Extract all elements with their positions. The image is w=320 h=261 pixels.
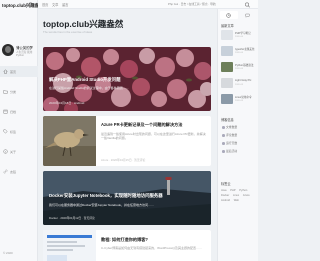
post-card[interactable]: Azure PR卡更新记录及一个问题的解决方法 最近遇到一些使用Azure时出现… (43, 116, 211, 166)
nav-item-category[interactable]: 分类 (0, 86, 38, 97)
recent-post-thumbnail (221, 62, 233, 72)
post-card[interactable]: 教程: 如何打造你的博客? C-Cyber博客是如何由无到有搭建起来的，Word… (43, 230, 211, 261)
tag-link[interactable]: Azure (243, 193, 250, 198)
clock-icon (226, 12, 231, 18)
top-bar: 首页 文章 留言 Php Gui · 日志 / 在线工具 / 留言 · 导航 (38, 0, 258, 9)
post-meta: 2020年04月18日 · Android (49, 101, 85, 105)
recent-post-item[interactable]: PHP学习笔记 2020-04 (221, 29, 257, 41)
sidebar-footer: © 2020 (3, 251, 13, 255)
nav-label: 友链 (10, 169, 17, 174)
recent-post-item[interactable]: typecho主题美化 2020-04 (221, 45, 257, 57)
post-card-featured[interactable]: 解决PHP里Android Studio开发问题 在进行某些Android St… (43, 47, 211, 111)
recent-post-item[interactable]: Light Gray Pic 2020-03 (221, 77, 257, 89)
post-description: 在进行某些Android Studio的调试过程中，由于各种原因…… (49, 86, 129, 90)
tag-link[interactable]: Android (221, 198, 230, 203)
recent-post-date: 2020-04 (235, 52, 244, 54)
page: toptop.club兴趣盎然 蒲公英的梦 人生苦短 我用Python 首页 分… (0, 0, 258, 261)
recent-post-title: typecho主题美化 (235, 48, 255, 51)
nav-item-links[interactable]: 友链 (0, 166, 38, 177)
blog-info-label: 运行天数 (226, 141, 238, 145)
top-tab-home[interactable]: 首页 (42, 2, 48, 7)
post-title[interactable]: Docker安装Jupyter Notebook，实现随时随地访问服务器 (49, 193, 163, 199)
recent-post-item[interactable]: Linux常用命令 2020-03 (221, 93, 257, 105)
top-tab-messages[interactable]: 留言 (62, 2, 68, 7)
blog-info-label: 评论数量 (226, 133, 238, 137)
top-tab-articles[interactable]: 文章 (52, 2, 58, 7)
tag-cloud-title: 标签云 (221, 182, 231, 186)
post-card-featured[interactable]: Docker安装Jupyter Notebook，实现随时随地访问服务器 我们可… (43, 171, 211, 225)
bullet-icon (222, 142, 225, 145)
recent-post-date: 2020-03 (235, 100, 244, 102)
link-icon (3, 169, 8, 174)
folder-icon (3, 90, 8, 94)
top-links[interactable]: Php Gui · 日志 / 在线工具 / 留言 · 导航 (168, 2, 216, 6)
post-title[interactable]: 解决PHP里Android Studio开发问题 (49, 77, 120, 83)
recent-post-date: 2020-04 (235, 68, 244, 70)
archive-icon (3, 109, 8, 114)
nav-label: 归档 (10, 109, 17, 114)
nav-item-archive[interactable]: 归档 (0, 106, 38, 117)
page-title: toptop.club兴趣盎然 (43, 19, 124, 29)
bullet-icon (222, 134, 225, 137)
recent-post-item[interactable]: Python基础语法 2020-04 (221, 61, 257, 73)
post-meta: Azure · 2020年04月15日 · 暂无评论 (101, 158, 146, 162)
avatar[interactable] (2, 44, 14, 56)
bullet-icon (222, 126, 225, 129)
recent-post-title: Light Gray Pic (235, 79, 252, 82)
post-meta: Docker · 2020年04月12日 · 暂无评论 (49, 216, 95, 220)
tag-link[interactable]: Web (234, 198, 239, 203)
screenshot-thumbnail (43, 230, 96, 261)
post-title[interactable]: Azure PR卡更新记录及一个问题的解决方法 (101, 122, 182, 128)
tab-comments[interactable] (239, 11, 257, 19)
blog-info-row: 文章数量 (222, 125, 237, 129)
tag-cloud: Java PHP Python Docker Linux Azure Andro… (221, 188, 257, 203)
post-description: C-Cyber博客是如何由无到有搭建起来的，WordPress以及其主题的配置…… (101, 246, 202, 250)
nav-item-home[interactable]: 首页 (0, 66, 38, 77)
recent-post-thumbnail (221, 78, 233, 88)
recent-post-thumbnail (221, 94, 233, 104)
blog-info-label: 最后活动 (226, 149, 238, 153)
right-sidebar: 最新文章 PHP学习笔记 2020-04 typecho主题美化 2020-04… (217, 9, 258, 261)
info-icon (3, 149, 8, 154)
recent-post-thumbnail (221, 46, 233, 56)
recent-post-title: PHP学习笔记 (235, 32, 251, 35)
bullet-icon (222, 150, 225, 153)
tab-recent[interactable] (220, 11, 238, 19)
post-title[interactable]: 教程: 如何打造你的博客? (101, 237, 148, 243)
right-tabs (218, 9, 258, 21)
nav-label: 首页 (10, 69, 17, 74)
tag-icon (3, 129, 8, 134)
bird-thumbnail (43, 116, 96, 166)
top-search-icon[interactable] (244, 2, 251, 8)
recent-post-thumbnail (221, 30, 233, 40)
recent-posts-title: 最新文章 (221, 24, 234, 28)
nav-label: 关于 (10, 149, 17, 154)
main-content: toptop.club兴趣盎然 The wonder lies in the e… (38, 9, 217, 261)
nav-item-tags[interactable]: 标签 (0, 126, 38, 137)
user-description: 人生苦短 我用Python (16, 51, 33, 57)
blog-info-row: 评论数量 (222, 133, 237, 137)
recent-post-date: 2020-04 (235, 36, 244, 38)
blog-info-row: 运行天数 (222, 141, 237, 145)
post-description: 我们可以在服务器中通过Docker安装Jupyter Notebook，并在任意… (49, 203, 155, 207)
recent-post-title: Linux常用命令 (235, 96, 252, 99)
comment-icon (245, 13, 250, 18)
home-icon (3, 69, 8, 74)
page-subtitle: The wonder lies in the exercise of ideas (43, 30, 93, 34)
nav-label: 分类 (10, 89, 17, 94)
recent-post-title: Python基础语法 (235, 64, 254, 67)
left-sidebar: toptop.club兴趣盎然 蒲公英的梦 人生苦短 我用Python 首页 分… (0, 0, 43, 261)
search-icon[interactable] (28, 2, 34, 8)
blog-info-label: 文章数量 (226, 125, 238, 129)
nav-label: 标签 (10, 129, 17, 134)
post-description: 最近遇到一些使用Azure时出现的问题，可以在这里进行Azure PR更新，并解… (101, 132, 206, 141)
blog-info-title: 博客信息 (221, 118, 234, 122)
blog-info-row: 最后活动 (222, 149, 237, 153)
recent-post-date: 2020-03 (235, 84, 244, 86)
nav-item-about[interactable]: 关于 (0, 146, 38, 157)
